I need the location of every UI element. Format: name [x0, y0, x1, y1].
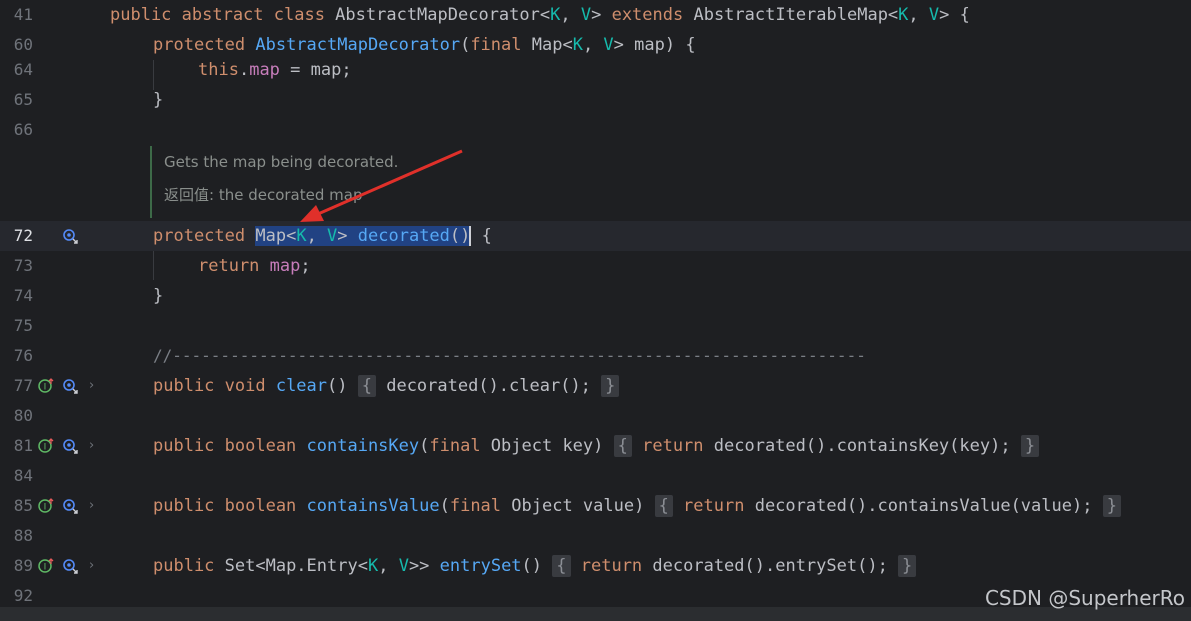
fold-marker[interactable]: { [654, 495, 673, 517]
watermark: CSDN @SuperherRo [984, 586, 1185, 610]
usages-icon[interactable] [62, 438, 78, 454]
implementation-arrow-icon[interactable]: I [38, 498, 54, 514]
line-number: 80 [13, 406, 33, 425]
code-line-65[interactable]: 65 } [0, 85, 1191, 115]
line-number: 65 [13, 90, 33, 109]
line-number: 84 [13, 466, 33, 485]
code-editor[interactable]: 41 public abstract class AbstractMapDeco… [0, 0, 1191, 607]
svg-text:I: I [44, 383, 47, 393]
fold-marker[interactable]: } [898, 555, 917, 577]
line-number: 77 [13, 376, 33, 395]
code-text[interactable]: } [153, 85, 163, 115]
usages-icon[interactable] [62, 378, 78, 394]
code-line-72[interactable]: 72 protected Map<K, V> decorated() { [0, 221, 1191, 251]
implementation-arrow-icon[interactable]: I [38, 438, 54, 454]
chevron-right-icon[interactable]: › [89, 378, 94, 394]
fold-marker[interactable]: { [357, 375, 376, 397]
implementation-arrow-icon[interactable]: I [38, 378, 54, 394]
code-line-81[interactable]: 81 I › public boolean containsKey(final … [0, 431, 1191, 461]
fold-marker[interactable]: } [1102, 495, 1121, 517]
comment-text[interactable]: //--------------------------------------… [153, 341, 866, 371]
line-number: 76 [13, 346, 33, 365]
fold-marker[interactable]: { [613, 435, 632, 457]
code-text[interactable]: public void clear() { decorated().clear(… [153, 371, 620, 401]
code-line-74[interactable]: 74 } [0, 281, 1191, 311]
code-line-89[interactable]: 89 I › public Set<Map.Entry<K, V>> entry… [0, 551, 1191, 581]
code-text[interactable]: this.map = map; [198, 55, 352, 85]
code-text[interactable]: return map; [198, 251, 311, 281]
line-number: 41 [13, 5, 33, 24]
fold-marker[interactable]: } [1020, 435, 1040, 457]
code-text[interactable]: protected Map<K, V> decorated() { [153, 221, 492, 251]
chevron-right-icon[interactable]: › [89, 558, 94, 574]
line-number: 64 [13, 60, 33, 79]
code-line-80[interactable]: 80 [0, 401, 1191, 431]
line-number: 74 [13, 286, 33, 305]
code-line-66[interactable]: 66 [0, 115, 1191, 145]
code-line-41[interactable]: 41 public abstract class AbstractMapDeco… [0, 0, 1191, 30]
code-text[interactable]: } [153, 281, 163, 311]
svg-text:I: I [44, 503, 47, 513]
code-line-76[interactable]: 76 //-----------------------------------… [0, 341, 1191, 371]
svg-text:I: I [44, 443, 47, 453]
code-text[interactable]: public boolean containsValue(final Objec… [153, 491, 1121, 521]
usages-icon[interactable] [62, 498, 78, 514]
line-number: 75 [13, 316, 33, 335]
code-line-88[interactable]: 88 [0, 521, 1191, 551]
line-number: 88 [13, 526, 33, 545]
fold-marker[interactable]: { [552, 555, 571, 577]
implementation-arrow-icon[interactable]: I [38, 558, 54, 574]
fold-marker[interactable]: } [601, 375, 620, 397]
code-line-85[interactable]: 85 I › public boolean containsValue(fina… [0, 491, 1191, 521]
line-number: 85 [13, 496, 33, 515]
doc-description: Gets the map being decorated. [164, 153, 399, 171]
chevron-right-icon[interactable]: › [89, 498, 94, 514]
code-text[interactable]: public abstract class AbstractMapDecorat… [110, 0, 970, 30]
line-number: 66 [13, 120, 33, 139]
code-text[interactable]: public Set<Map.Entry<K, V>> entrySet() {… [153, 551, 917, 581]
usages-icon[interactable] [62, 228, 78, 244]
line-number: 81 [13, 436, 33, 455]
code-text[interactable]: public boolean containsKey(final Object … [153, 431, 1040, 461]
code-line-75[interactable]: 75 [0, 311, 1191, 341]
code-line-64[interactable]: 64 this.map = map; [0, 55, 1191, 85]
line-number: 72 [13, 226, 33, 245]
code-line-73[interactable]: 73 return map; [0, 251, 1191, 281]
chevron-right-icon[interactable]: › [89, 438, 94, 454]
code-line-84[interactable]: 84 [0, 461, 1191, 491]
line-number: 73 [13, 256, 33, 275]
code-line-77[interactable]: 77 I › public void clear() { decorated()… [0, 371, 1191, 401]
rendered-doc-comment[interactable]: Gets the map being decorated. 返回值: the d… [150, 146, 864, 218]
selection: Map<K, V> decorated() [255, 226, 471, 246]
svg-text:I: I [44, 563, 47, 573]
line-number: 89 [13, 556, 33, 575]
doc-return: 返回值: the decorated map [164, 186, 363, 204]
usages-icon[interactable] [62, 558, 78, 574]
